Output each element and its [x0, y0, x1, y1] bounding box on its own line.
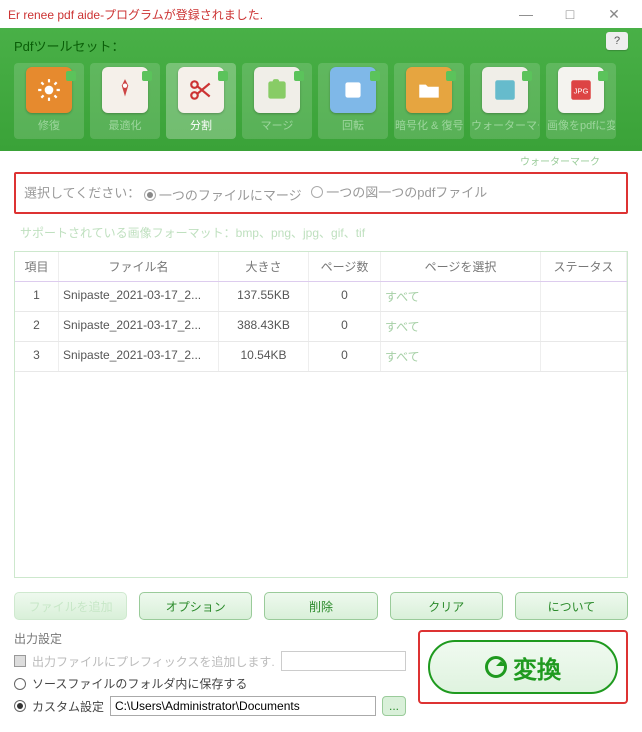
- col-size: 大きさ: [219, 252, 309, 281]
- custom-folder-radio[interactable]: [14, 700, 26, 712]
- prefix-input[interactable]: [281, 651, 406, 671]
- content-area: 選択してください： 一つのファイルにマージ 一つの図一つのpdfファイル サポー…: [0, 172, 642, 732]
- clear-button[interactable]: クリア: [390, 592, 503, 620]
- tool-strip: 修復 最適化 分割 マージ: [14, 63, 628, 139]
- tool-optimize[interactable]: 最適化: [90, 63, 160, 139]
- toolbar-header: ? Pdfツールセット： 修復 最適化: [0, 28, 642, 151]
- app-window: Er renee pdf aide-プログラムが登録されました. — □ ✕ ?…: [0, 0, 642, 732]
- col-index: 項目: [15, 252, 59, 281]
- table-row[interactable]: 3 Snipaste_2021-03-17_2... 10.54KB 0 すべて: [15, 342, 627, 372]
- radio-icon: [311, 186, 323, 198]
- select-label: 選択してください：: [24, 186, 140, 201]
- badge-icon: [218, 71, 228, 81]
- merge-one-file-radio[interactable]: 一つのファイルにマージ: [144, 185, 302, 204]
- tool-label: ウォーターマーク: [471, 117, 539, 133]
- close-button[interactable]: ✕: [592, 0, 636, 28]
- badge-icon: [522, 71, 532, 81]
- refresh-icon: [485, 656, 507, 678]
- badge-icon: [598, 71, 608, 81]
- titlebar: Er renee pdf aide-プログラムが登録されました. — □ ✕: [0, 0, 642, 28]
- badge-icon: [446, 71, 456, 81]
- same-folder-radio[interactable]: [14, 678, 26, 690]
- toolset-label: Pdfツールセット：: [14, 36, 628, 55]
- radio-icon: [144, 189, 156, 201]
- help-icon[interactable]: ?: [606, 32, 628, 50]
- file-table: 項目 ファイル名 大きさ ページ数 ページを選択 ステータス 1 Snipast…: [14, 251, 628, 578]
- one-image-one-pdf-radio[interactable]: 一つの図一つのpdfファイル: [311, 182, 487, 201]
- output-settings: 出力設定 出力ファイルにプレフィックスを追加します. ソースファイルのフォルダ内…: [14, 630, 406, 720]
- table-header: 項目 ファイル名 大きさ ページ数 ページを選択 ステータス: [15, 252, 627, 282]
- tool-label: マージ: [261, 117, 294, 133]
- prefix-label: 出力ファイルにプレフィックスを追加します.: [32, 653, 275, 670]
- watermark-label: ウォーターマーク: [0, 151, 642, 172]
- prefix-checkbox[interactable]: [14, 655, 26, 667]
- col-pages: ページ数: [309, 252, 381, 281]
- tool-label: 回転: [342, 117, 364, 133]
- badge-icon: [370, 71, 380, 81]
- bottom-area: 出力設定 出力ファイルにプレフィックスを追加します. ソースファイルのフォルダ内…: [14, 630, 628, 720]
- tool-label: 画像をpdfに変換: [547, 117, 615, 133]
- maximize-button[interactable]: □: [548, 0, 592, 28]
- col-select-pages: ページを選択: [381, 252, 541, 281]
- output-heading: 出力設定: [14, 630, 406, 647]
- action-buttons: ファイルを追加 オプション 削除 クリア について: [14, 592, 628, 620]
- delete-button[interactable]: 削除: [264, 592, 377, 620]
- tool-merge[interactable]: マージ: [242, 63, 312, 139]
- badge-icon: [142, 71, 152, 81]
- badge-icon: [66, 71, 76, 81]
- merge-options: 選択してください： 一つのファイルにマージ 一つの図一つのpdfファイル: [14, 172, 628, 214]
- add-file-button[interactable]: ファイルを追加: [14, 592, 127, 620]
- tool-split[interactable]: 分割: [166, 63, 236, 139]
- convert-highlight: 変換: [418, 630, 628, 704]
- window-title: Er renee pdf aide-プログラムが登録されました.: [6, 6, 504, 23]
- custom-label: カスタム設定: [32, 698, 104, 715]
- tool-repair[interactable]: 修復: [14, 63, 84, 139]
- about-button[interactable]: について: [515, 592, 628, 620]
- badge-icon: [294, 71, 304, 81]
- tool-label: 修復: [38, 117, 60, 133]
- col-status: ステータス: [541, 252, 627, 281]
- tool-encrypt[interactable]: 暗号化 & 復号化: [394, 63, 464, 139]
- convert-button[interactable]: 変換: [428, 640, 618, 694]
- table-row[interactable]: 2 Snipaste_2021-03-17_2... 388.43KB 0 すべ…: [15, 312, 627, 342]
- tool-label: 分割: [190, 117, 212, 133]
- tool-rotate[interactable]: 回転: [318, 63, 388, 139]
- minimize-button[interactable]: —: [504, 0, 548, 28]
- supported-formats: サポートされている画像フォーマット：bmp、png、jpg、gif、tif: [14, 222, 628, 251]
- tool-label: 暗号化 & 復号化: [395, 117, 463, 133]
- same-folder-label: ソースファイルのフォルダ内に保存する: [32, 675, 247, 692]
- browse-button[interactable]: ...: [382, 696, 406, 716]
- col-filename: ファイル名: [59, 252, 219, 281]
- tool-label: 最適化: [109, 117, 142, 133]
- tool-watermark[interactable]: ウォーターマーク: [470, 63, 540, 139]
- table-row[interactable]: 1 Snipaste_2021-03-17_2... 137.55KB 0 すべ…: [15, 282, 627, 312]
- option-button[interactable]: オプション: [139, 592, 252, 620]
- output-path-input[interactable]: [110, 696, 376, 716]
- tool-image-to-pdf[interactable]: JPG 画像をpdfに変換: [546, 63, 616, 139]
- svg-text:JPG: JPG: [574, 86, 589, 95]
